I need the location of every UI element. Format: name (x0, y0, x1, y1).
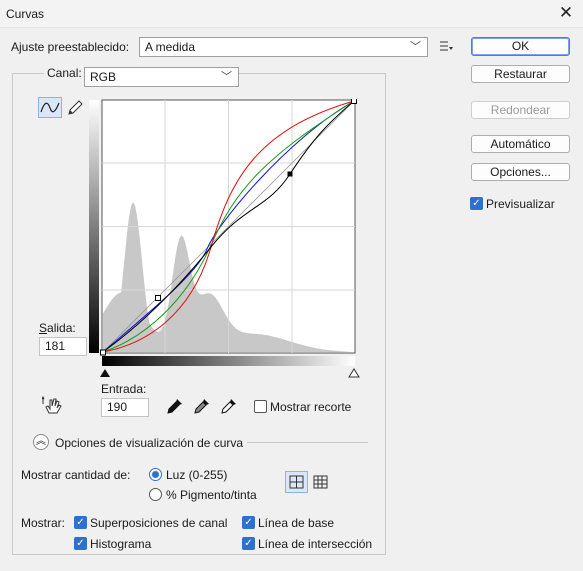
channel-select[interactable]: RGB ﹀ (84, 67, 239, 87)
output-gradient (89, 100, 99, 353)
light-label: Luz (0-255) (166, 468, 228, 482)
preview-checkbox[interactable]: ✓ (470, 197, 483, 210)
chevron-down-icon: ﹀ (221, 71, 232, 83)
intersection-checkbox[interactable]: ✓ (242, 537, 255, 550)
grid-4x4-icon[interactable] (285, 471, 308, 493)
eyedropper-black-icon[interactable] (166, 397, 184, 415)
input-field[interactable]: 190 (101, 398, 149, 417)
title-bar (0, 0, 583, 28)
baseline-label: Línea de base (258, 516, 335, 530)
channel-value: RGB (90, 70, 117, 84)
show-label: Mostrar: (21, 516, 66, 530)
display-options-label: Opciones de visualización de curva (55, 436, 244, 450)
show-amount-label: Mostrar cantidad de: (21, 468, 131, 482)
channel-label: Canal: (44, 66, 85, 80)
curve-point[interactable] (155, 295, 161, 301)
smooth-button[interactable]: Redondear (471, 101, 570, 119)
output-field[interactable]: 181 (39, 337, 87, 356)
auto-button[interactable]: Automático (471, 135, 570, 153)
divider (247, 442, 368, 443)
curve-point[interactable] (100, 349, 106, 356)
preset-label: Ajuste preestablecido: (11, 40, 130, 54)
histogram-checkbox[interactable]: ✓ (74, 537, 87, 550)
close-icon: ✕ (558, 3, 574, 22)
preset-select[interactable]: A medida ﹀ (139, 37, 428, 57)
channel-overlays-checkbox[interactable]: ✓ (74, 516, 87, 529)
eyedropper-gray-icon[interactable] (193, 397, 211, 415)
collapse-icon[interactable]: ︽ (33, 434, 49, 450)
close-button[interactable]: ✕ (553, 2, 579, 26)
grid-10x10-icon[interactable] (310, 471, 332, 493)
ok-button[interactable]: OK (471, 37, 570, 56)
curve-point-selected[interactable] (287, 171, 293, 177)
input-gradient (102, 356, 355, 366)
preview-label: Previsualizar (486, 197, 555, 211)
light-radio[interactable] (149, 468, 162, 481)
reset-button[interactable]: Restaurar (471, 65, 570, 83)
curve-point[interactable] (351, 99, 357, 104)
options-button[interactable]: Opciones... (471, 163, 570, 181)
preset-value: A medida (145, 40, 196, 54)
baseline-checkbox[interactable]: ✓ (242, 516, 255, 529)
pigment-label: % Pigmento/tinta (166, 488, 257, 502)
output-label: Salida: (39, 321, 76, 335)
eyedropper-white-icon[interactable] (220, 397, 238, 415)
input-label: Entrada: (101, 382, 147, 396)
window-title: Curvas (6, 7, 45, 21)
curve-tool-icon[interactable] (38, 97, 62, 118)
preset-menu-icon[interactable] (438, 38, 454, 54)
white-point-slider[interactable] (348, 368, 360, 378)
pencil-tool-icon[interactable] (66, 98, 84, 117)
intersection-label: Línea de intersección (258, 537, 373, 551)
chevron-down-icon: ﹀ (410, 41, 421, 53)
curves-graph[interactable] (87, 99, 369, 382)
histogram-label: Histograma (90, 537, 152, 551)
pigment-radio[interactable] (149, 488, 162, 501)
show-clipping-label: Mostrar recorte (270, 400, 352, 414)
black-point-slider[interactable] (100, 369, 110, 377)
on-image-adjust-icon[interactable] (41, 395, 64, 416)
channel-overlays-label: Superposiciones de canal (90, 516, 228, 530)
show-clipping-checkbox[interactable]: ✓ (254, 400, 267, 413)
